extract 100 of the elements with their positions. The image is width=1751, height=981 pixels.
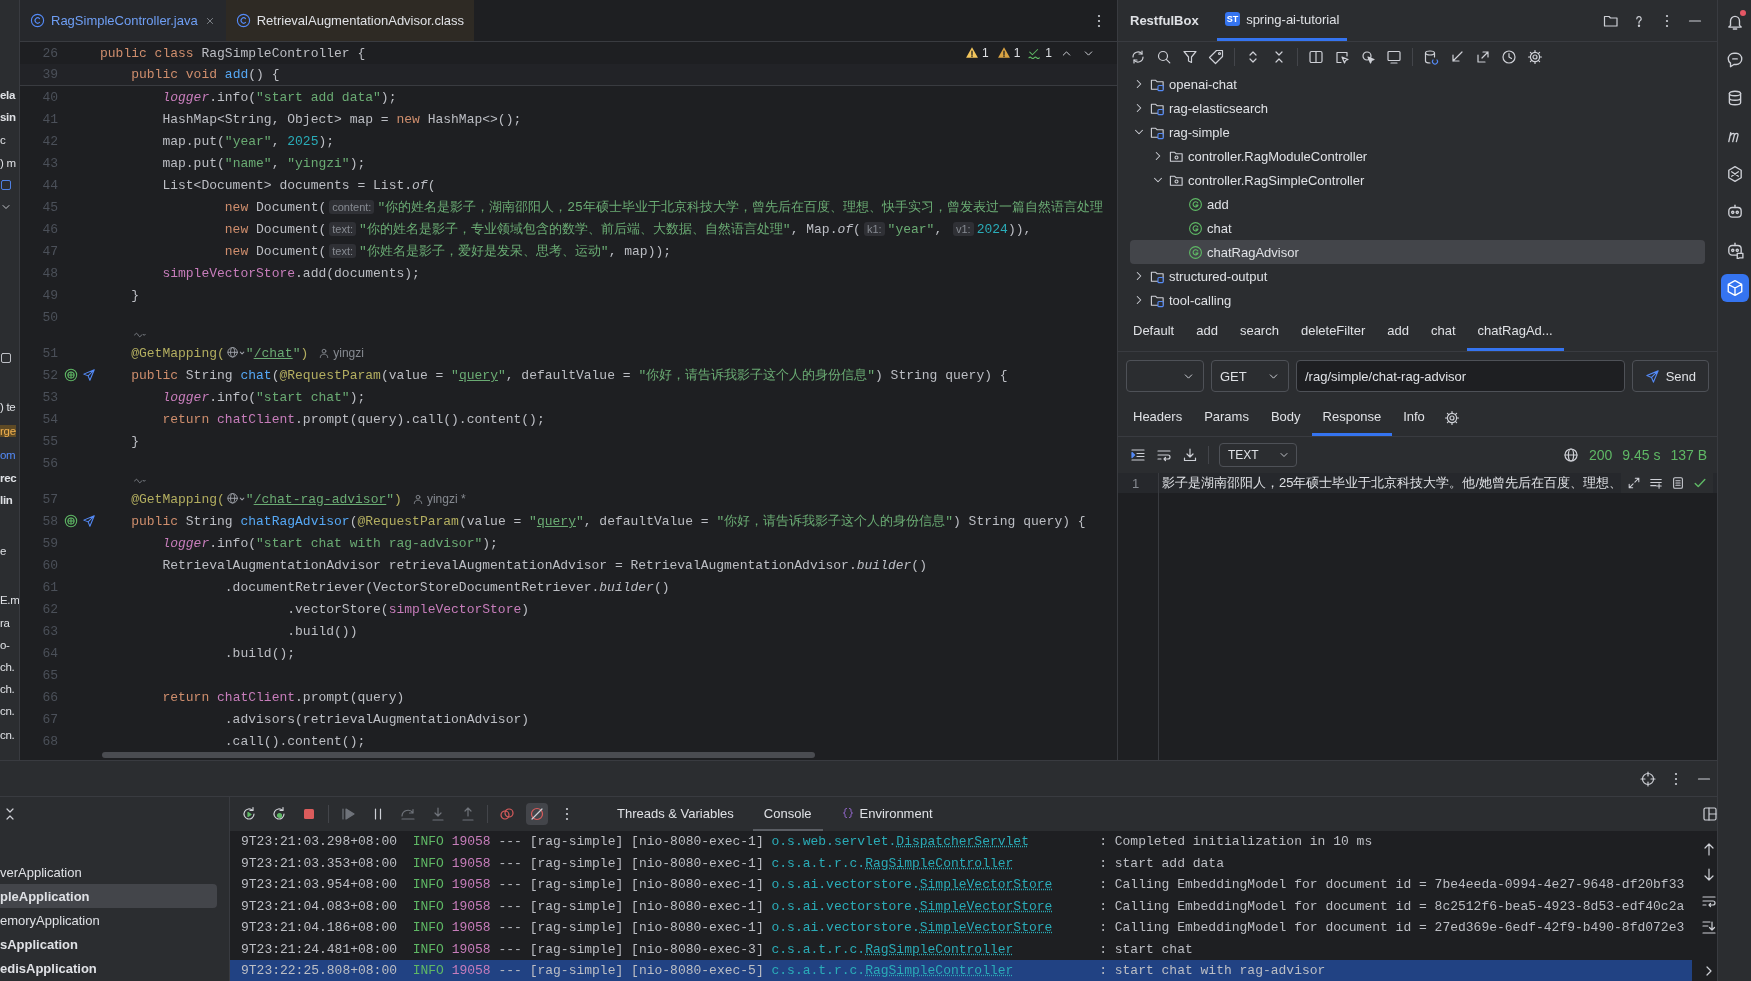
import-icon[interactable] [1449, 49, 1465, 65]
url-field[interactable]: /rag/simple/chat-rag-advisor [1296, 360, 1625, 392]
select-icon[interactable] [1334, 49, 1350, 65]
wrap-icon[interactable] [1701, 893, 1717, 909]
tree-item[interactable]: rag-simple [1130, 120, 1705, 144]
search-icon[interactable] [1156, 49, 1172, 65]
tree-item[interactable]: openai-chat [1130, 72, 1705, 96]
code-text: "/chat") [245, 345, 309, 361]
settings-icon[interactable] [1527, 49, 1543, 65]
run-config-item[interactable]: sApplication [0, 932, 217, 956]
send-button[interactable]: Send [1631, 360, 1709, 392]
cube-icon [1726, 279, 1744, 297]
breakpoints-icon[interactable] [499, 806, 515, 822]
code-line: map.put("year", 2025); [161, 133, 335, 149]
refresh-icon[interactable] [1130, 49, 1146, 65]
method-dropdown[interactable]: GET [1211, 360, 1289, 392]
locate-icon[interactable] [1640, 770, 1657, 787]
tree-item[interactable]: chat [1130, 216, 1705, 240]
tag-icon[interactable] [1208, 49, 1224, 65]
run-config-item[interactable]: emoryApplication [0, 908, 217, 932]
author-name: yingzi * [426, 492, 466, 506]
request-tab[interactable]: add [1185, 312, 1229, 351]
globe-icon[interactable] [64, 514, 78, 528]
request-tab[interactable]: chatRagAd... [1466, 312, 1564, 351]
code-line: new Document( content: "你的姓名是影子，湖南邵阳人，25年硕士毕业于北京科技大学，曾先后在百度、理想、快手实习，曾发表过一篇自然语言处理 [223, 199, 1103, 216]
request-tab[interactable]: add [1376, 312, 1420, 351]
globe-icon[interactable] [64, 368, 78, 382]
editor-tab[interactable]: RagSimpleController.java [20, 0, 226, 41]
request-tab[interactable]: Default [1122, 312, 1186, 351]
project-tab[interactable]: ST spring-ai-tutorial [1216, 0, 1348, 41]
robot-chat-icon [1726, 241, 1744, 259]
code-text: "/chat-rag-advisor") [245, 491, 402, 507]
debug-tab[interactable]: Threads & Variables [606, 797, 745, 831]
tree-item[interactable]: structured-output [1130, 264, 1705, 288]
tree-item[interactable]: controller.RagModuleController [1130, 144, 1705, 168]
class-icon [30, 13, 45, 28]
request-tab[interactable]: search [1228, 312, 1290, 351]
format-dropdown[interactable]: TEXT [1219, 443, 1297, 467]
panel-title: RestfulBox [1130, 12, 1199, 30]
tree-item[interactable]: add [1130, 192, 1705, 216]
layout-icon[interactable] [1702, 806, 1717, 822]
filter-icon[interactable] [1182, 49, 1198, 65]
download-icon[interactable] [1182, 447, 1198, 463]
tree-item[interactable]: rag-elasticsearch [1130, 96, 1705, 120]
request-tab[interactable]: deleteFilter [1289, 312, 1377, 351]
run-config-item[interactable]: edisApplication [0, 956, 217, 980]
tree-item-text: sin [0, 111, 16, 123]
document-icon[interactable] [1671, 476, 1685, 490]
response-tab[interactable]: Params [1193, 399, 1260, 436]
code-line: .documentRetriever(VectorStoreDocumentRetriever.builder() [223, 579, 670, 595]
wrap-icon[interactable] [1156, 447, 1172, 463]
tree-item[interactable]: chatRagAdvisor [1130, 240, 1705, 264]
request-tab[interactable]: chat [1419, 312, 1467, 351]
response-tab[interactable]: Headers [1122, 399, 1194, 436]
globe-icon[interactable] [225, 492, 245, 506]
database-sync-icon[interactable] [1423, 49, 1439, 65]
run-config-item[interactable]: verApplication [0, 860, 217, 884]
pointer-icon[interactable] [1360, 49, 1376, 65]
debug-tab[interactable]: Environment [830, 797, 944, 831]
braces-icon [841, 806, 854, 820]
tool-window-button[interactable] [1721, 274, 1749, 302]
problem-count: 1 [981, 46, 989, 60]
step-into-icon[interactable] [430, 806, 446, 822]
code-line: .call().content(); [223, 733, 366, 749]
response-tab[interactable]: Response [1311, 399, 1393, 436]
send-icon[interactable] [82, 368, 96, 382]
stop-icon[interactable] [301, 806, 317, 822]
split-icon[interactable] [1308, 49, 1324, 65]
settings-icon[interactable] [1443, 409, 1460, 426]
export-icon[interactable] [1475, 49, 1491, 65]
send-icon[interactable] [82, 514, 96, 528]
code-line: logger.info("start chat with rag-advisor"); [161, 535, 498, 551]
code-line: } [130, 287, 139, 303]
resume-icon[interactable] [340, 806, 356, 822]
tree-item[interactable]: controller.RagSimpleController [1130, 168, 1705, 192]
rerun-debug-icon[interactable] [271, 806, 287, 822]
step-over-icon[interactable] [400, 806, 416, 822]
square-icon [0, 352, 12, 364]
rerun-icon[interactable] [241, 806, 257, 822]
response-tab[interactable]: Info [1392, 399, 1436, 436]
tree-item-text: E.m [0, 594, 19, 606]
screen-icon[interactable] [1386, 49, 1402, 65]
expand-icon[interactable] [1627, 476, 1641, 490]
editor-tab[interactable]: RetrievalAugmentationAdvisor.class [225, 0, 475, 41]
log-line: 9T23:21:03.353+08:00 INFO 19058 --- [rag-simple] [nio-8080-exec-1] c.s.a.t.r.c.RagSimpleController : start add data [240, 854, 1225, 873]
globe-icon[interactable] [225, 346, 245, 360]
scrollbar-thumb[interactable] [102, 752, 815, 758]
add-lines-icon[interactable] [1649, 476, 1663, 490]
endpoint-icon [1188, 220, 1203, 236]
code-line: public String chat(@RequestParam(value = "query", defaultValue = "你好，请告诉我影子这个人的身份信息") String query) { [130, 367, 1008, 384]
history-icon[interactable] [1501, 49, 1517, 65]
run-config-item[interactable]: pleApplication [0, 884, 217, 908]
indent-icon[interactable] [1130, 447, 1146, 463]
tree-item[interactable]: tool-calling [1130, 288, 1705, 312]
check-icon[interactable] [1693, 476, 1707, 490]
step-out-icon[interactable] [460, 806, 476, 822]
scroll-end-icon[interactable] [1701, 919, 1717, 935]
globe-icon[interactable] [1562, 447, 1579, 463]
response-tab[interactable]: Body [1259, 399, 1312, 436]
status-code: 200 [1588, 447, 1613, 463]
